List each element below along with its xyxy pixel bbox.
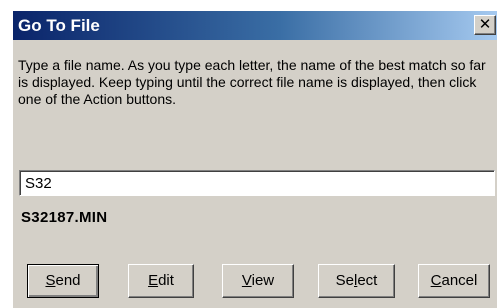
instructions-text: Type a file name. As you type each lette… — [18, 57, 486, 107]
cancel-label-rest: ancel — [441, 272, 478, 289]
close-button[interactable]: ✕ — [474, 15, 496, 35]
file-name-input[interactable] — [19, 170, 495, 196]
send-mnemonic: S — [45, 272, 56, 289]
edit-button[interactable]: Edit — [128, 264, 194, 298]
send-label-rest: end — [55, 272, 81, 289]
cancel-mnemonic: C — [430, 272, 442, 289]
title-bar[interactable]: Go To File ✕ — [13, 11, 497, 40]
send-button[interactable]: Send — [27, 264, 99, 298]
select-label-rest: ect — [357, 272, 378, 289]
view-label-rest: iew — [251, 272, 275, 289]
select-label-pre: Se — [335, 272, 354, 289]
edit-label-rest: dit — [158, 272, 174, 289]
select-button[interactable]: Select — [318, 264, 395, 298]
go-to-file-dialog: Go To File ✕ Type a file name. As you ty… — [12, 10, 497, 308]
view-mnemonic: V — [241, 272, 252, 289]
window-title: Go To File — [18, 16, 100, 35]
close-icon: ✕ — [478, 15, 492, 33]
edit-mnemonic: E — [148, 272, 159, 289]
cancel-button[interactable]: Cancel — [418, 264, 490, 298]
best-match-label: S32187.MIN — [21, 209, 108, 226]
view-button[interactable]: View — [222, 264, 294, 298]
